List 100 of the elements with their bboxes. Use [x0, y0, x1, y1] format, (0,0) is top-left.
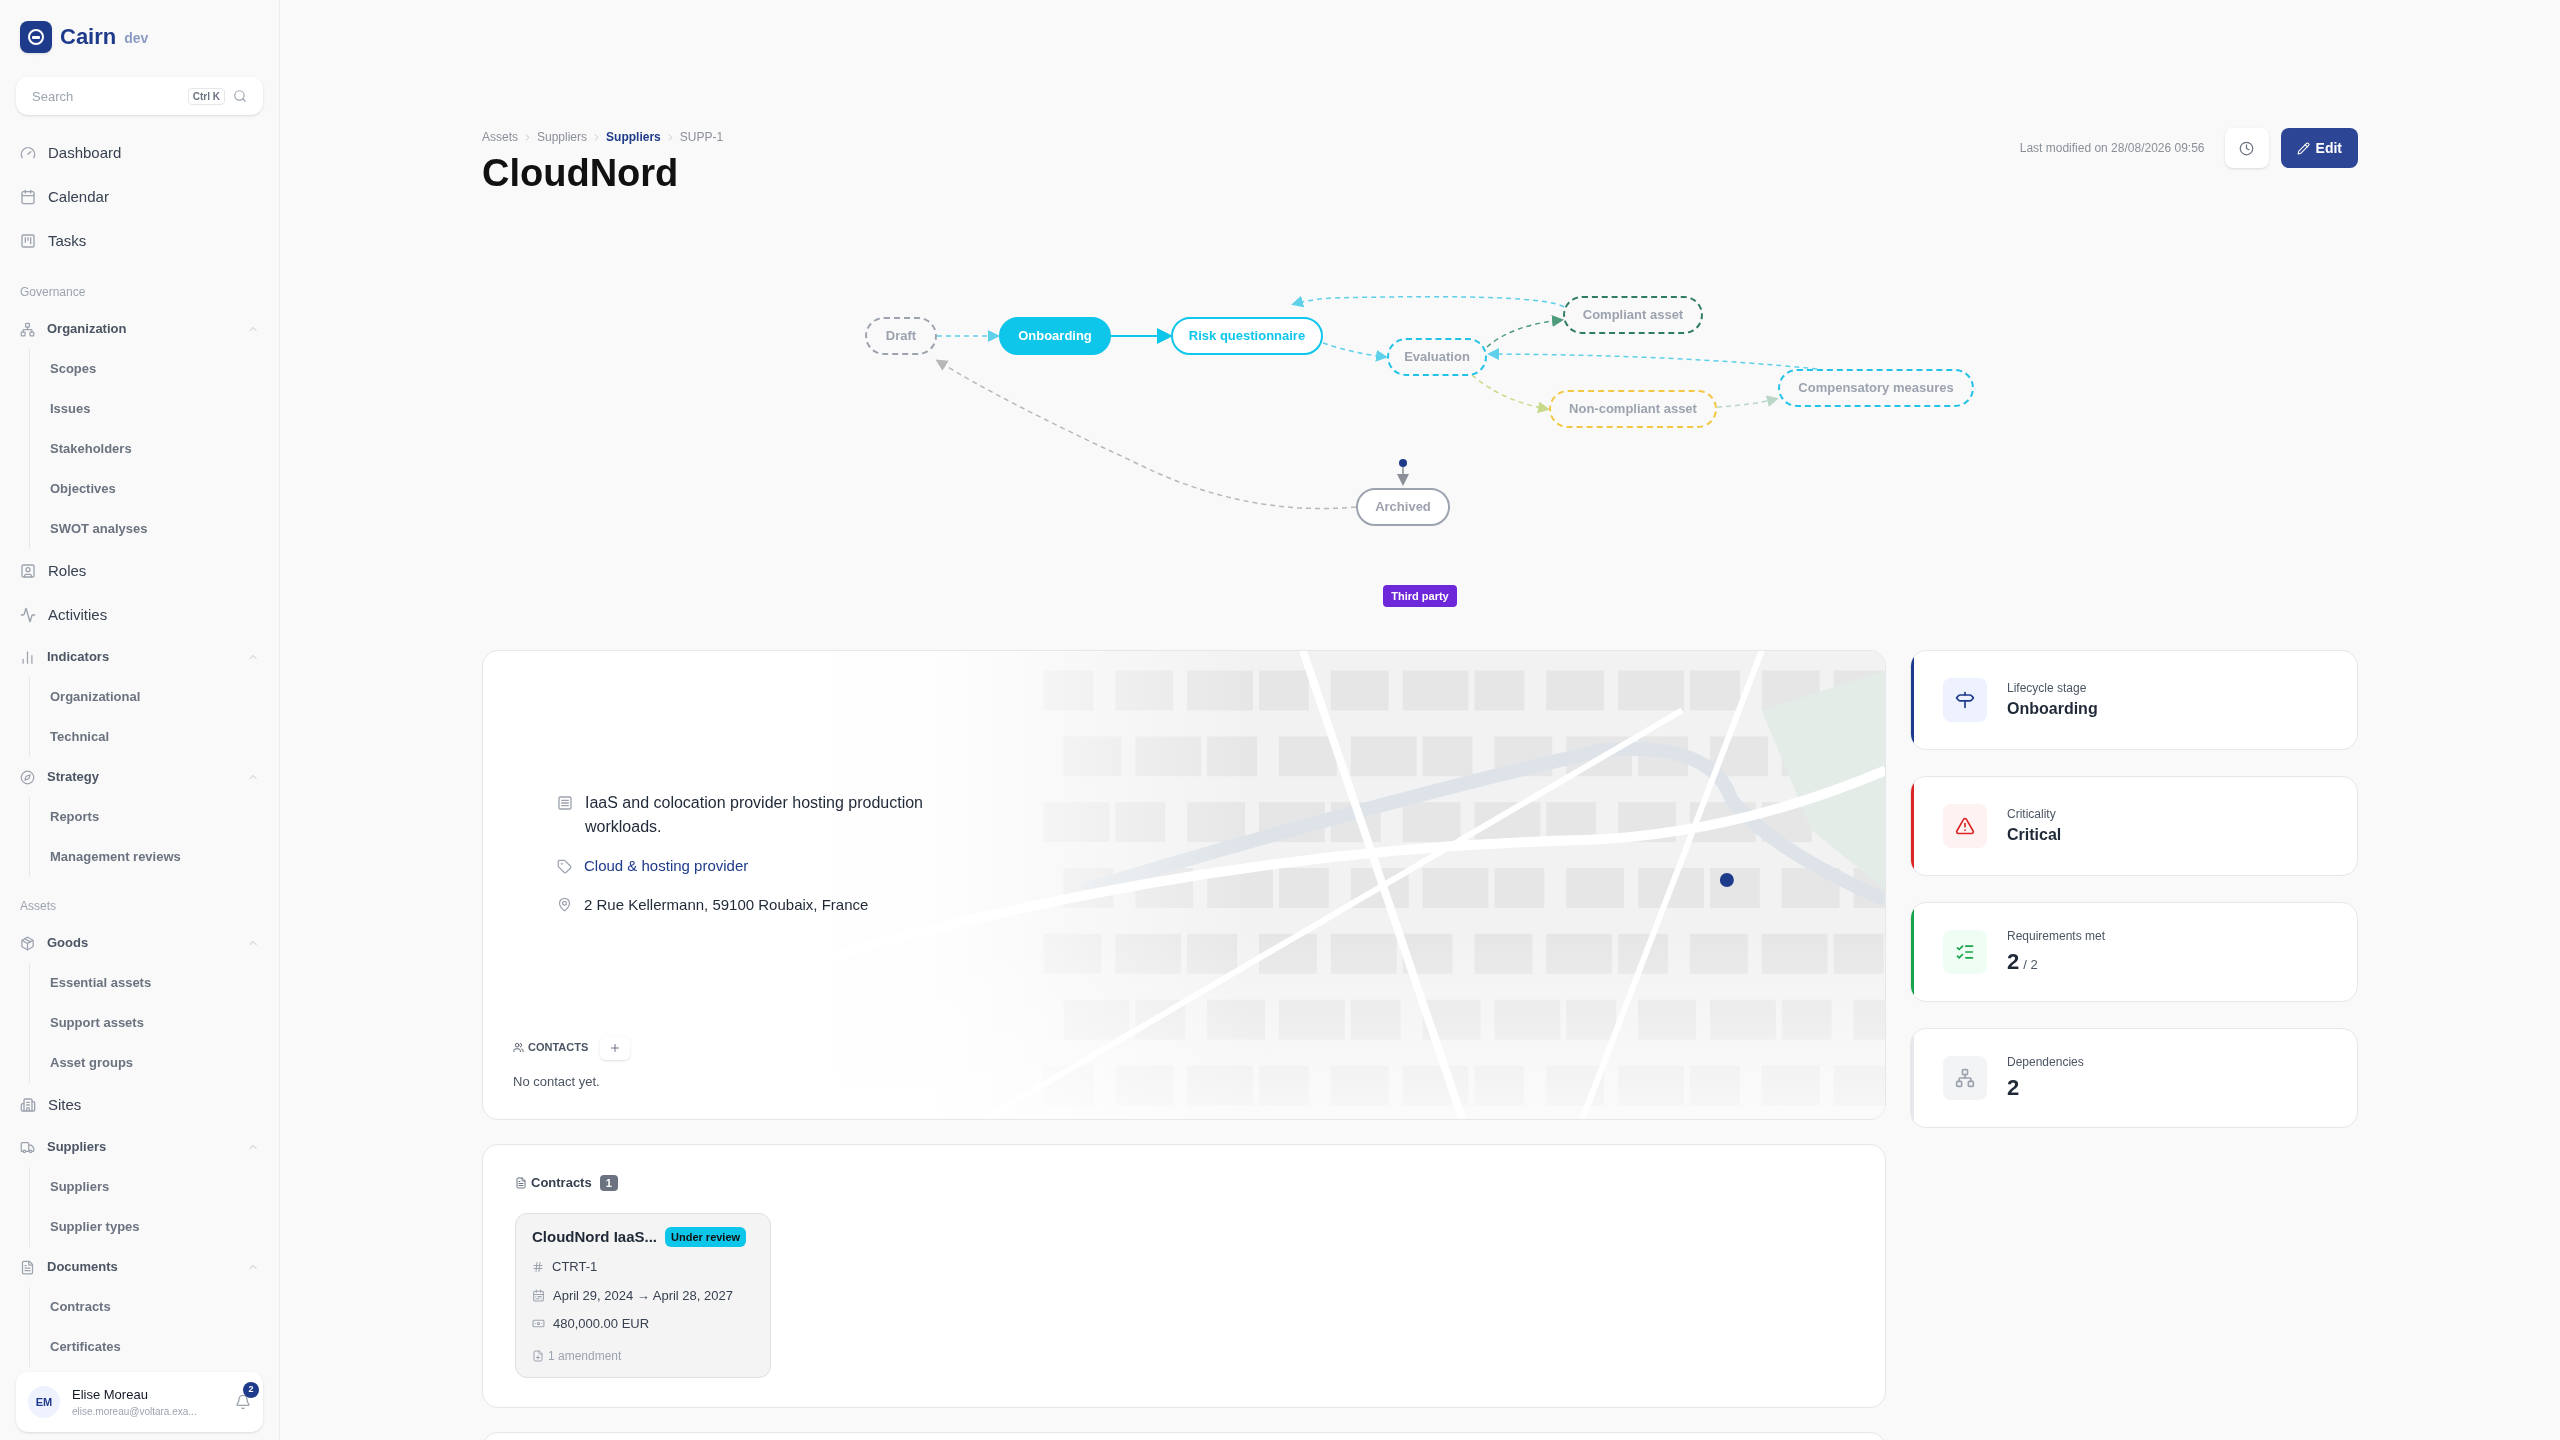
contracts-count: 1: [599, 1174, 618, 1191]
contacts-heading: CONTACTS: [513, 1039, 589, 1056]
nav-item[interactable]: Activities: [20, 593, 259, 637]
pencil-icon: [2296, 141, 2310, 155]
nav-group-label: Organization: [47, 320, 128, 339]
nav-subitem[interactable]: Reports: [50, 797, 259, 837]
checklist-icon: [1943, 930, 1987, 974]
nav-group-label: Documents: [47, 1258, 119, 1277]
stat-label: Criticality: [2007, 806, 2057, 823]
workflow-node[interactable]: Non-compliant asset: [1549, 389, 1717, 428]
pulse-icon: [20, 607, 36, 623]
nav-subitem[interactable]: Essential assets: [50, 963, 259, 1003]
breadcrumb-link[interactable]: SUPP-1: [679, 128, 724, 146]
page-title: CloudNord: [482, 151, 680, 196]
nav-group[interactable]: Indicators: [20, 637, 259, 677]
stat-value: 2: [2007, 947, 2020, 976]
nav-group-label: Goods: [47, 934, 90, 953]
building-icon: [20, 1097, 36, 1113]
user-card[interactable]: EM Elise Moreau elise.moreau@voltara.exa... 2: [16, 1372, 263, 1432]
category-link[interactable]: Cloud & hosting provider: [584, 855, 749, 878]
nav-subitem[interactable]: Supplier types: [50, 1207, 259, 1247]
nav-item[interactable]: Calendar: [20, 175, 259, 219]
nav-subitem[interactable]: Objectives: [50, 469, 259, 509]
add-contact-button[interactable]: [600, 1035, 631, 1060]
nav-subitem[interactable]: Asset groups: [50, 1043, 259, 1083]
breadcrumb-link[interactable]: Suppliers: [537, 128, 588, 146]
hierarchy-icon: [1943, 1056, 1987, 1100]
nav-subitem[interactable]: Suppliers: [50, 1167, 259, 1207]
nav-group[interactable]: Suppliers: [20, 1127, 259, 1167]
nav-group[interactable]: Goods: [20, 923, 259, 963]
edit-button[interactable]: Edit: [2280, 128, 2358, 168]
workflow-node[interactable]: Compliant asset: [1563, 295, 1703, 334]
nav-subitem[interactable]: SWOT analyses: [50, 509, 259, 549]
nav-group-label: Strategy: [47, 768, 101, 787]
status-badge: Under review: [665, 1226, 747, 1247]
section-heading: Governance: [20, 284, 87, 301]
amendment-count: 1 amendment: [548, 1347, 622, 1365]
stat-label: Requirements met: [2007, 927, 2106, 945]
contracts-heading: Contracts: [531, 1174, 592, 1192]
history-button[interactable]: [2224, 128, 2269, 168]
nav-group-label: Indicators: [47, 648, 111, 667]
truck-icon: [20, 1139, 35, 1155]
compass-icon: [20, 769, 35, 785]
section-heading: Assets: [20, 898, 57, 915]
shortcut-hint: Ctrl K: [187, 87, 225, 105]
nav-subitem[interactable]: Issues: [50, 389, 259, 429]
id-card-icon: [20, 563, 36, 579]
people-icon: [513, 1042, 524, 1053]
nav-subitem[interactable]: Support assets: [50, 1003, 259, 1043]
nav-subitem[interactable]: Contracts: [50, 1287, 259, 1327]
contract-reference: CTRT-1: [552, 1258, 598, 1276]
nav-group-label: Suppliers: [47, 1138, 108, 1157]
document-icon: [515, 1176, 527, 1189]
calendar-icon: [20, 189, 36, 205]
nav-subitem[interactable]: Certificates: [50, 1327, 259, 1367]
gauge-icon: [20, 145, 36, 161]
nav-item[interactable]: Tasks: [20, 219, 259, 263]
bell-icon[interactable]: [235, 1394, 251, 1410]
breadcrumb-link[interactable]: Suppliers: [606, 128, 661, 146]
nav-item[interactable]: Roles: [20, 549, 259, 593]
bar-chart-icon: [20, 649, 35, 665]
nav-subitem[interactable]: Stakeholders: [50, 429, 259, 469]
nav-group[interactable]: Strategy: [20, 757, 259, 797]
transition-arrow: [1716, 394, 1779, 408]
breadcrumb-link[interactable]: Assets: [482, 128, 518, 146]
nav-subitem[interactable]: Organizational: [50, 677, 259, 717]
user-email: elise.moreau@voltara.exa...: [72, 1405, 198, 1420]
empty-contacts-text: No contact yet.: [513, 1072, 601, 1091]
workflow-node[interactable]: Archived: [1356, 487, 1450, 526]
stat-label: Lifecycle stage: [2007, 680, 2088, 697]
last-modified-text: Last modified on 28/08/2026 09:56: [2019, 140, 2205, 157]
plus-icon: [609, 1041, 622, 1054]
nav-item[interactable]: Sites: [20, 1083, 259, 1127]
nav-group[interactable]: Organization: [20, 309, 259, 349]
nav-group[interactable]: Documents: [20, 1247, 259, 1287]
contract-amount: 480,000.00 EUR: [553, 1315, 650, 1333]
contract-name: CloudNord IaaS...: [532, 1226, 657, 1247]
hash-icon: [532, 1260, 544, 1273]
app-name: Cairn: [60, 23, 117, 51]
nav-subitem[interactable]: Scopes: [50, 349, 259, 389]
workflow-node[interactable]: Draft: [865, 316, 937, 355]
stat-label: Dependencies: [2007, 1053, 2084, 1071]
contract-period: April 29, 2024 → April 28, 2027: [553, 1286, 733, 1305]
notification-count: 2: [243, 1382, 259, 1398]
text-lines-icon: [557, 795, 573, 811]
search-icon: [233, 89, 247, 103]
document-icon: [20, 1259, 35, 1275]
transition-arrow: [936, 329, 1000, 342]
type-badge: Third party: [1383, 584, 1457, 607]
user-name: Elise Moreau: [72, 1385, 149, 1404]
nav-subitem[interactable]: Management reviews: [50, 837, 259, 877]
map-pin-icon: [557, 897, 572, 913]
contract-card[interactable]: CloudNord IaaS... Under review CTRT-1 April 29, 2024 → April 28, 2027 480,000.00 EUR 1 amendment: [515, 1212, 771, 1378]
nav-item[interactable]: Dashboard: [20, 131, 259, 175]
address-text: 2 Rue Kellermann, 59100 Roubaix, France: [584, 894, 869, 915]
box-icon: [20, 935, 35, 951]
workflow-node[interactable]: Compensatory measures: [1778, 368, 1974, 407]
transition-arrow: [1110, 327, 1173, 344]
workflow-node[interactable]: Evaluation: [1387, 337, 1487, 376]
nav-subitem[interactable]: Technical: [50, 717, 259, 757]
